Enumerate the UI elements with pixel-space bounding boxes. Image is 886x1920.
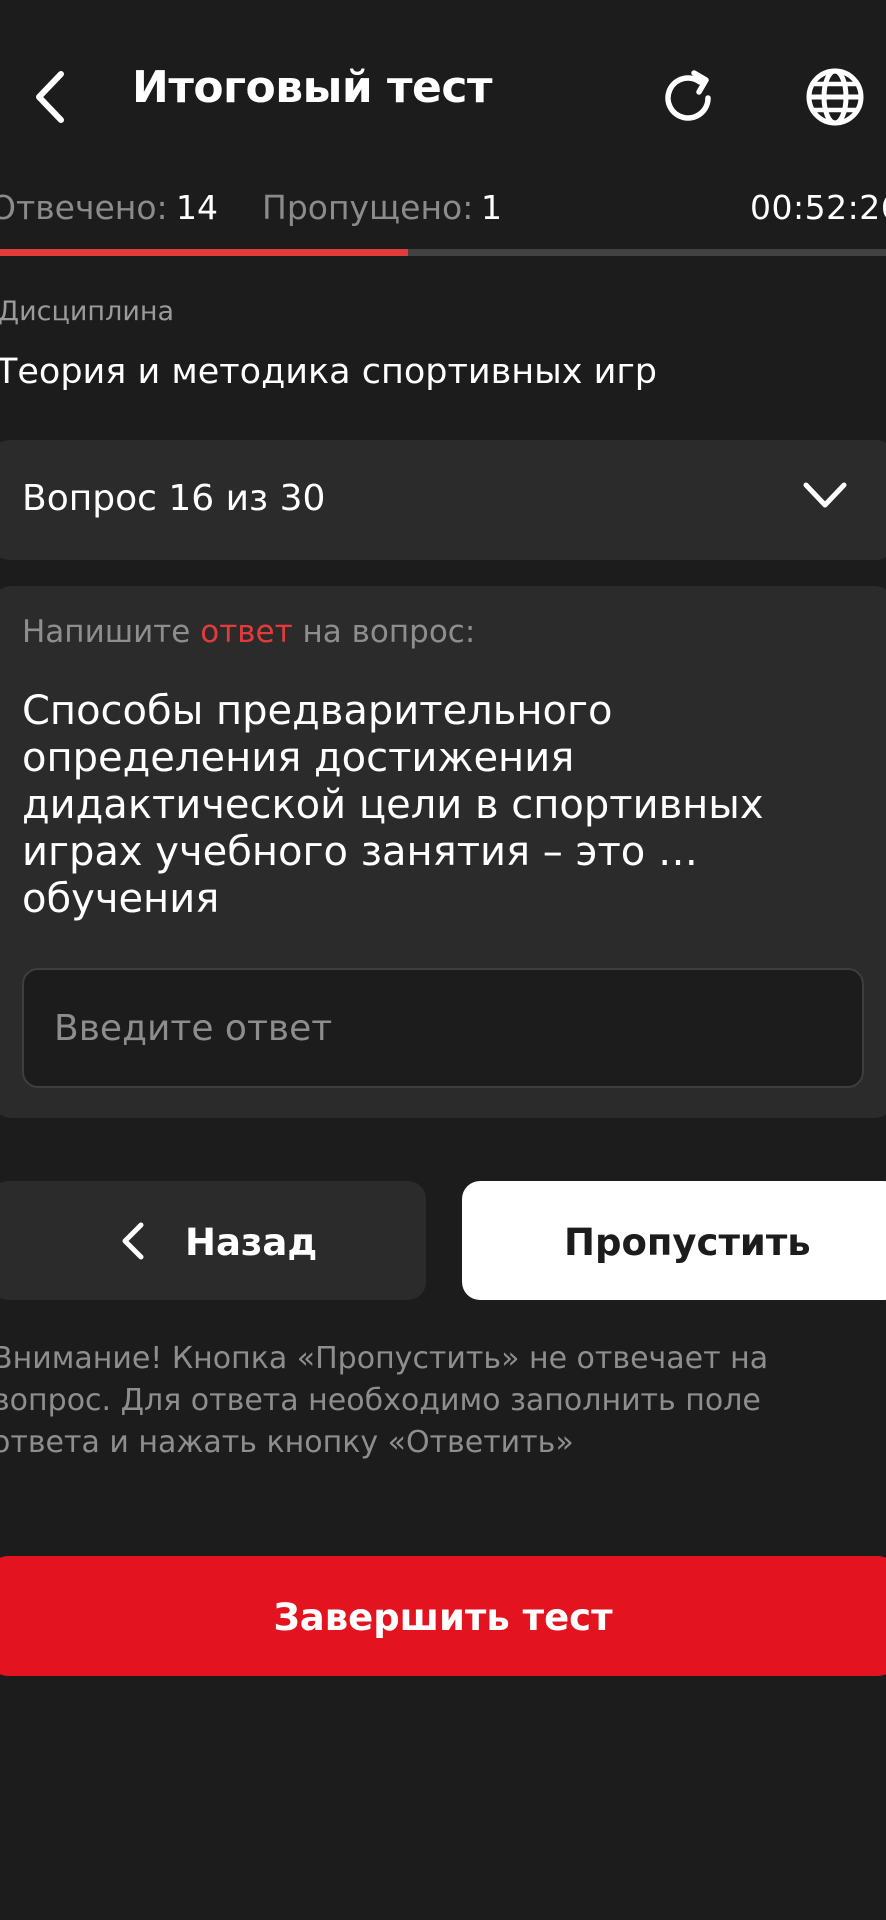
question-number: Вопрос 16 из 30 [22, 478, 326, 519]
page-title: Итоговый тест [132, 62, 492, 113]
question-selector[interactable]: Вопрос 16 из 30 [0, 440, 886, 560]
question-card: Напишите ответ на вопрос: Способы предва… [0, 586, 886, 1118]
question-text: Способы предварительного определения дос… [22, 688, 764, 922]
back-button-label: Назад [185, 1221, 318, 1264]
instruction-text-end: на вопрос: [292, 614, 476, 650]
chevron-down-icon [803, 482, 847, 508]
progress-fill [0, 249, 408, 256]
answered-label: Отвечено: [0, 188, 168, 227]
answer-input[interactable] [22, 968, 864, 1088]
refresh-button[interactable] [652, 62, 724, 134]
skipped-label: Пропущено: [262, 188, 474, 227]
discipline-name: Теория и методика спортивных игр [0, 352, 657, 392]
timer: 00:52:26 [750, 188, 886, 227]
discipline-label: Дисциплина [0, 296, 175, 327]
skip-warning: Внимание! Кнопка «Пропустить» не отвечае… [0, 1341, 769, 1460]
finish-test-label: Завершить тест [273, 1596, 613, 1639]
progress-bar [0, 249, 886, 256]
question-instruction: Напишите ответ на вопрос: [22, 614, 475, 650]
back-nav-button[interactable] [20, 62, 80, 132]
finish-test-button[interactable]: Завершить тест [0, 1556, 886, 1676]
skip-button-label: Пропустить [564, 1221, 811, 1264]
instruction-accent: ответ [200, 614, 293, 650]
globe-icon [806, 68, 864, 126]
language-button[interactable] [800, 62, 870, 132]
instruction-text-start: Напишите [22, 614, 201, 650]
chevron-left-icon [36, 71, 64, 123]
back-button[interactable]: Назад [0, 1181, 426, 1300]
chevron-left-icon [122, 1222, 144, 1260]
skip-button[interactable]: Пропустить [462, 1181, 886, 1300]
skipped-count: 1 [481, 188, 502, 227]
refresh-icon [665, 70, 711, 121]
answered-count: 14 [176, 188, 218, 227]
